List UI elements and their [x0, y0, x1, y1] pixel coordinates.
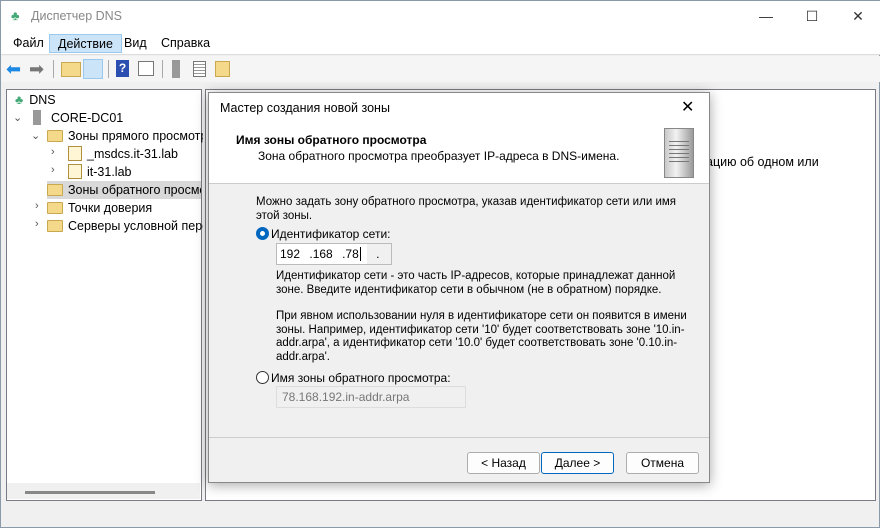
tree-label: Зоны обратного просмотра: [68, 183, 201, 197]
tree-label: Точки доверия: [68, 201, 153, 215]
wizard-subheading: Зона обратного просмотра преобразует IP-…: [258, 149, 620, 163]
next-button[interactable]: Далее >: [541, 452, 614, 474]
radio-unselected-icon: [256, 371, 269, 384]
new-zone-wizard-dialog: Мастер создания новой зоны ✕ Имя зоны об…: [208, 92, 710, 483]
toolbar-separator: [162, 60, 163, 78]
radio-label: Идентификатор сети:: [271, 227, 391, 241]
tree-label: Серверы условной пересылки: [68, 219, 203, 233]
tree-label: Зоны прямого просмотра: [68, 129, 203, 143]
dialog-close-button[interactable]: ✕: [681, 97, 694, 117]
network-id-input[interactable]: 192 .168 .78 .: [276, 243, 392, 265]
octet-3[interactable]: .78: [342, 247, 361, 261]
tree-item-server[interactable]: CORE-DC01: [33, 109, 123, 127]
tree-item-conditional-forwarders[interactable]: Серверы условной пересылки: [47, 217, 203, 235]
zone-icon: [68, 146, 82, 161]
close-button[interactable]: ✕: [835, 1, 880, 31]
toolbar-separator: [108, 60, 109, 78]
tree-item-forward-zones[interactable]: Зоны прямого просмотра: [47, 127, 203, 145]
folder-icon: [47, 184, 63, 196]
wizard-heading: Имя зоны обратного просмотра: [236, 133, 427, 147]
chevron-right-icon[interactable]: ›: [35, 218, 45, 230]
minimize-button[interactable]: —: [743, 1, 789, 31]
separator: [209, 437, 709, 438]
folder-icon: [47, 130, 63, 142]
radio-selected-icon: [256, 227, 269, 240]
tree-item-dns[interactable]: ♣ DNS: [15, 91, 56, 109]
octet-1[interactable]: 192: [280, 247, 300, 261]
tree-item-trust-points[interactable]: Точки доверия: [47, 199, 152, 217]
server-icon[interactable]: [172, 60, 180, 78]
window-title: Диспетчер DNS: [31, 9, 123, 23]
zone-name-radio[interactable]: Имя зоны обратного просмотра:: [256, 371, 451, 385]
menu-file[interactable]: Файл: [5, 34, 52, 53]
action-pane-icon[interactable]: [138, 61, 154, 76]
folder-icon: [47, 220, 63, 232]
chevron-right-icon[interactable]: ›: [51, 146, 61, 158]
forward-arrow-icon[interactable]: ➡: [29, 59, 49, 79]
back-arrow-icon[interactable]: ⬅: [6, 59, 26, 79]
cancel-button[interactable]: Отмена: [626, 452, 699, 474]
server-icon: [33, 110, 41, 125]
tree-item-reverse-zones[interactable]: Зоны обратного просмотра: [47, 181, 201, 199]
toolbar-separator: [53, 60, 54, 78]
list-icon[interactable]: [193, 61, 206, 77]
zone-folder-icon[interactable]: [215, 61, 230, 77]
help-icon[interactable]: ?: [116, 60, 129, 77]
details-text: ацию об одном или: [706, 155, 819, 169]
zone-icon: [68, 164, 82, 179]
menu-bar: Файл Действие Вид Справка: [1, 31, 880, 55]
back-button[interactable]: < Назад: [467, 452, 540, 474]
toolbar: ⬅ ➡ ?: [1, 56, 880, 82]
dns-app-icon: ♣: [11, 8, 20, 23]
server-icon: [664, 128, 694, 178]
scrollbar-thumb[interactable]: [25, 491, 155, 494]
radio-label: Имя зоны обратного просмотра:: [271, 371, 451, 385]
folder-icon: [47, 202, 63, 214]
wizard-header: Имя зоны обратного просмотра Зона обратн…: [209, 122, 709, 184]
console-tree: ♣ DNS ⌄ CORE-DC01 ⌄ Зоны прямого просмотр…: [6, 89, 203, 501]
tree-label: DNS: [29, 93, 56, 107]
tree-label: _msdcs.it-31.lab: [87, 147, 179, 161]
menu-help[interactable]: Справка: [153, 34, 218, 53]
title-bar: ♣ Диспетчер DNS — ☐ ✕: [1, 1, 880, 31]
zone-name-input: 78.168.192.in-addr.arpa: [276, 386, 466, 408]
show-hide-console-tree-icon[interactable]: [83, 59, 103, 79]
tree-label: CORE-DC01: [51, 111, 124, 125]
up-folder-icon[interactable]: [61, 62, 81, 77]
chevron-right-icon[interactable]: ›: [35, 200, 45, 212]
menu-view[interactable]: Вид: [116, 34, 155, 53]
octet-2[interactable]: .168: [309, 247, 332, 261]
zero-help: При явном использовании нуля в идентифик…: [276, 310, 687, 363]
chevron-down-icon[interactable]: ⌄: [31, 129, 41, 142]
horizontal-scrollbar[interactable]: [7, 483, 200, 499]
dialog-title: Мастер создания новой зоны: [220, 101, 390, 115]
chevron-down-icon[interactable]: ⌄: [13, 111, 23, 124]
octet-4[interactable]: .: [376, 247, 379, 261]
tree-label: it-31.lab: [87, 165, 132, 179]
intro-text: Можно задать зону обратного просмотра, у…: [256, 196, 676, 222]
tree-item-msdcs[interactable]: _msdcs.it-31.lab: [68, 145, 178, 163]
dialog-title-bar: Мастер создания новой зоны ✕: [209, 93, 709, 122]
menu-action[interactable]: Действие: [49, 34, 122, 53]
dns-icon: ♣: [15, 93, 24, 107]
network-id-help: Идентификатор сети - это часть IP-адресо…: [276, 270, 676, 296]
maximize-button[interactable]: ☐: [789, 1, 835, 31]
network-id-radio[interactable]: Идентификатор сети:: [256, 227, 390, 241]
chevron-right-icon[interactable]: ›: [51, 164, 61, 176]
tree-item-it31[interactable]: it-31.lab: [68, 163, 131, 181]
